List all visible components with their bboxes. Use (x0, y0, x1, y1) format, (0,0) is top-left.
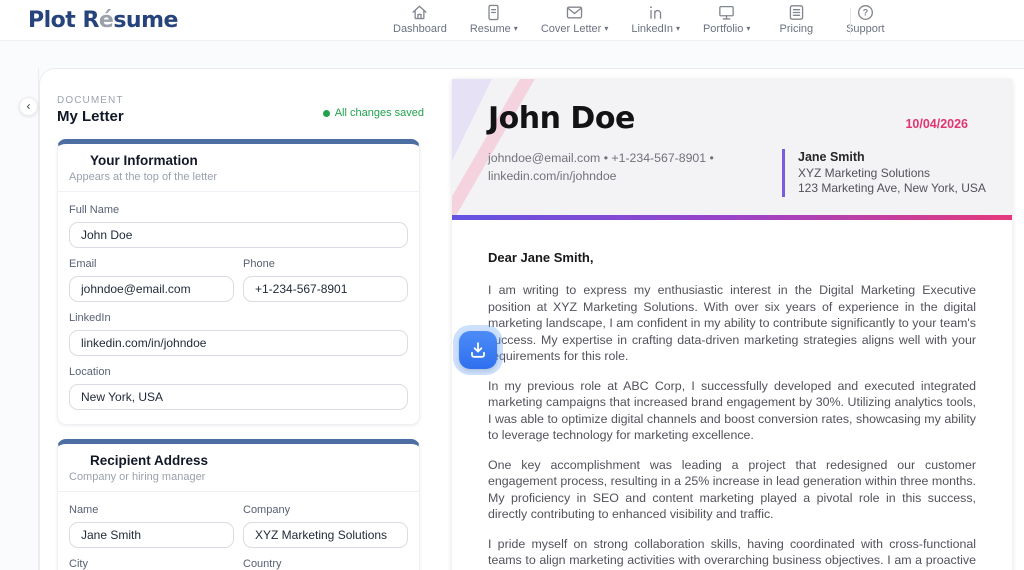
home-icon (412, 5, 427, 20)
recipient-name-label: Name (69, 504, 99, 516)
recipient-company: XYZ Marketing Solutions (798, 165, 931, 180)
letter-date: 10/04/2026 (905, 117, 968, 131)
phone-label: Phone (243, 258, 275, 270)
card-header: Recipient Address Company or hiring mana… (58, 444, 419, 492)
nav-item-label: Cover Letter (540, 23, 602, 35)
card-body: Full Name Email Phone LinkedIn Location (58, 192, 419, 424)
question-icon: ? (857, 4, 873, 21)
your-information-card: Your Information Appears at the top of t… (57, 139, 420, 425)
nav-item-linkedin[interactable]: LinkedIn ▾ (631, 3, 680, 35)
linkedin-icon (650, 6, 662, 19)
document-editor: DOCUMENT My Letter All changes saved You… (57, 95, 424, 570)
recipient-country-label: Country (243, 558, 282, 570)
monitor-icon (719, 5, 734, 20)
card-subtitle: Appears at the top of the letter (69, 171, 217, 183)
letter-sender-name: John Doe (488, 101, 635, 136)
card-title: Your Information (90, 153, 198, 168)
recipient-company-label: Company (243, 504, 291, 516)
save-status-text: All changes saved (334, 107, 424, 119)
nav-item-label: Resume (469, 23, 511, 35)
recipient-address: 123 Marketing Ave, New York, USA (798, 181, 986, 196)
chevron-down-icon: ▾ (604, 24, 609, 33)
letter-recipient-block: Jane Smith XYZ Marketing Solutions 123 M… (782, 149, 986, 198)
chevron-down-icon: ▾ (675, 24, 680, 33)
nav-item-resume[interactable]: Resume ▾ (470, 3, 518, 35)
card-title: Recipient Address (90, 453, 209, 468)
nav-item-dashboard[interactable]: Dashboard (393, 3, 447, 35)
logo-text: sume (113, 8, 178, 33)
list-icon (789, 5, 804, 20)
recipient-company-field[interactable] (243, 522, 408, 548)
nav-item-label: LinkedIn (631, 23, 673, 35)
card-header: Your Information Appears at the top of t… (58, 144, 419, 192)
download-button[interactable] (459, 331, 497, 369)
full-name-field[interactable] (69, 222, 408, 248)
letter-paragraph: I pride myself on strong collaboration s… (488, 536, 976, 570)
location-field[interactable] (69, 384, 408, 410)
recipient-city-label: City (69, 558, 88, 570)
recipient-name: Jane Smith (798, 150, 865, 164)
main-content: ‹ DOCUMENT My Letter All changes saved Y… (0, 41, 1024, 570)
logo-text: Plot R (28, 8, 99, 33)
document-icon (488, 4, 499, 21)
nav-item-label: Pricing (779, 23, 814, 35)
saved-dot-icon (322, 109, 330, 117)
linkedin-label: LinkedIn (69, 312, 111, 324)
letter-header: John Doe johndoe@email.com • +1-234-567-… (452, 79, 1012, 215)
letter-paragraph: One key accomplishment was leading a pro… (488, 457, 976, 522)
download-icon (471, 342, 485, 358)
email-label: Email (69, 258, 97, 270)
recipient-name-field[interactable] (69, 522, 234, 548)
contact-line: johndoe@email.com • +1-234-567-8901 • (488, 151, 714, 165)
save-status: All changes saved (322, 107, 424, 119)
nav-menu: Dashboard Resume ▾ Cover Letter ▾ LinkedIn… (393, 3, 888, 35)
chevron-down-icon: ▾ (513, 24, 518, 33)
chevron-down-icon: ▾ (746, 24, 751, 33)
nav-item-label: Support (846, 23, 885, 35)
mail-icon (566, 6, 583, 19)
sidebar-rail-divider (38, 68, 39, 570)
location-label: Location (69, 366, 111, 378)
nav-item-pricing[interactable]: Pricing (773, 3, 819, 35)
nav-item-label: Portfolio (702, 23, 744, 35)
top-navigation-bar: Plot Résume Dashboard Resume ▾ Cover Lett… (0, 0, 1024, 41)
svg-text:?: ? (863, 8, 869, 18)
full-name-label: Full Name (69, 204, 120, 216)
nav-item-portfolio[interactable]: Portfolio ▾ (703, 3, 750, 35)
logo-accent-letter: é (98, 8, 114, 33)
app-logo[interactable]: Plot Résume (28, 8, 178, 33)
nav-divider (850, 8, 851, 35)
recipient-address-card: Recipient Address Company or hiring mana… (57, 439, 420, 570)
chevron-left-icon: ‹ (26, 99, 31, 113)
letter-greeting: Dear Jane Smith, (488, 250, 594, 265)
document-kicker: DOCUMENT (57, 95, 124, 106)
phone-field[interactable] (243, 276, 408, 302)
collapse-panel-button[interactable]: ‹ (19, 97, 38, 116)
nav-item-label: Dashboard (393, 23, 447, 35)
linkedin-field[interactable] (69, 330, 408, 356)
email-field[interactable] (69, 276, 234, 302)
letter-paragraph: I am writing to express my enthusiastic … (488, 283, 976, 363)
letter-contact-info: johndoe@email.com • +1-234-567-8901 • li… (488, 149, 714, 186)
letter-paragraph: In my previous role at ABC Corp, I succe… (488, 378, 976, 443)
letter-preview: John Doe johndoe@email.com • +1-234-567-… (452, 79, 1012, 570)
nav-item-cover-letter[interactable]: Cover Letter ▾ (540, 3, 609, 35)
card-body: Name Company City Country (58, 492, 419, 570)
contact-line: linkedin.com/in/johndoe (488, 169, 617, 184)
card-subtitle: Company or hiring manager (69, 471, 206, 483)
letter-body: Dear Jane Smith, I am writing to express… (452, 220, 1012, 570)
